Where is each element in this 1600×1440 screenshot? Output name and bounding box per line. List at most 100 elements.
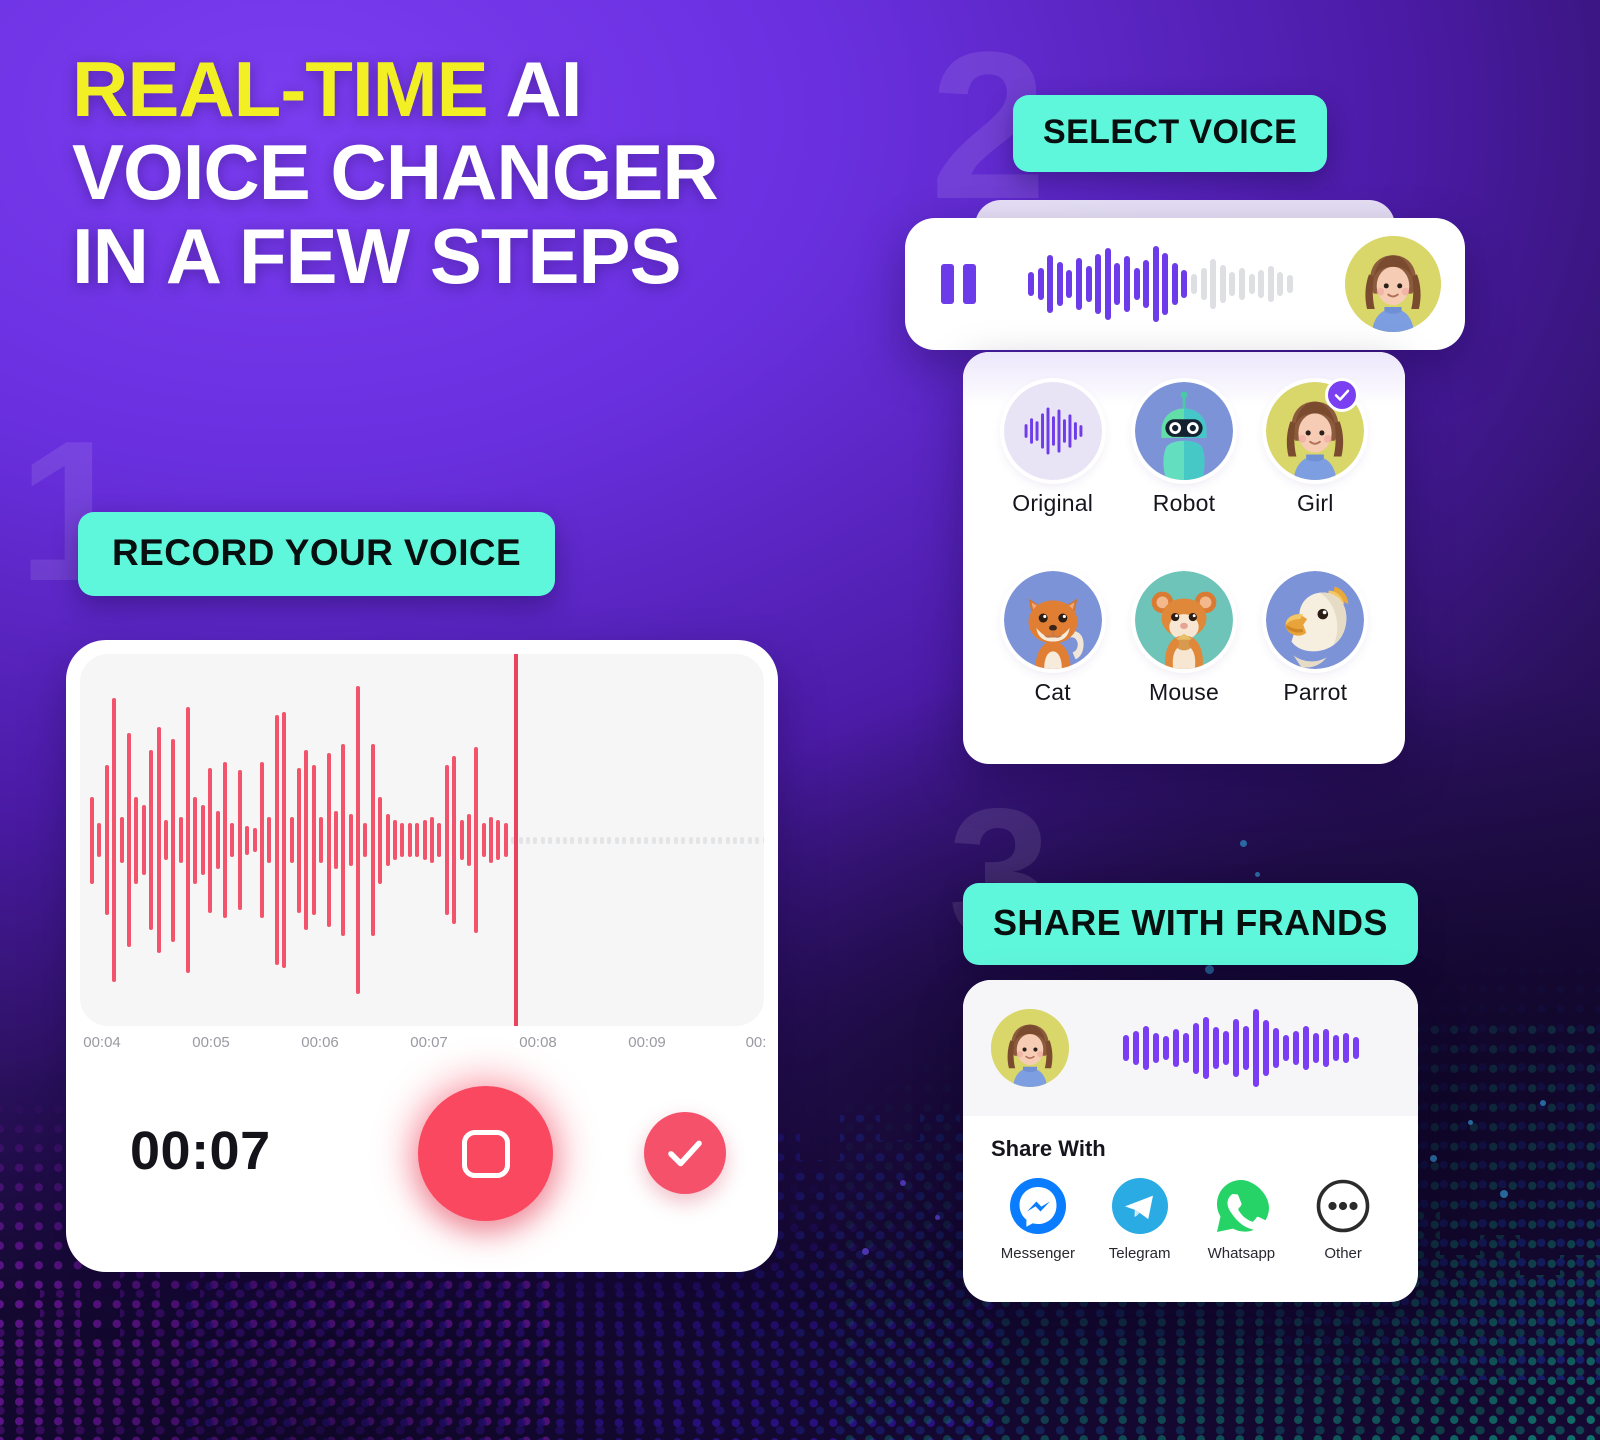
step-label-select-voice: SELECT VOICE	[1013, 95, 1328, 172]
waveform-bar-empty	[518, 836, 523, 844]
player-bar-played	[1027, 272, 1034, 296]
waveform-bar	[348, 813, 353, 867]
voice-option-label: Mouse	[1148, 679, 1220, 705]
headline-line3: IN A FEW STEPS	[72, 211, 682, 300]
waveform-bar	[200, 805, 205, 875]
confirm-recording-button[interactable]	[644, 1112, 726, 1194]
pause-button[interactable]	[941, 264, 976, 304]
share-bar	[1252, 1009, 1259, 1087]
waveform-bar	[104, 764, 109, 916]
waveform-bar	[415, 822, 420, 858]
waveform-bar-empty	[585, 836, 590, 844]
share-bar	[1352, 1036, 1359, 1060]
share-waveform[interactable]	[1091, 1008, 1390, 1088]
waveform-bar-empty	[651, 836, 656, 844]
waveform-bar-empty	[599, 836, 604, 844]
recorder-playhead[interactable]	[513, 654, 518, 1026]
axis-tick-label: 00:08	[519, 1034, 557, 1051]
waveform-bar	[422, 819, 427, 861]
player-bar-played	[1114, 263, 1121, 305]
share-app-messenger[interactable]: Messenger	[987, 1178, 1089, 1262]
waveform-bar	[474, 747, 479, 933]
waveform-bar-empty	[732, 836, 737, 844]
stop-square-icon	[461, 1129, 510, 1178]
waveform-bar-empty	[659, 836, 664, 844]
player-bar-remaining	[1248, 274, 1255, 294]
waveform-bar-empty	[740, 836, 745, 844]
waveform-bar	[97, 822, 102, 858]
axis-tick-label: 00:07	[410, 1034, 448, 1051]
share-bar	[1182, 1032, 1189, 1064]
share-bar	[1302, 1025, 1309, 1071]
player-bar-played	[1162, 252, 1169, 316]
voice-option-original[interactable]: Original	[987, 382, 1118, 557]
share-preview	[963, 980, 1418, 1116]
recorder-waveform-area[interactable]	[80, 654, 764, 1026]
waveform-bar	[481, 822, 486, 858]
waveform-bar	[274, 715, 279, 965]
robot-icon	[1134, 382, 1233, 480]
waveform-bar	[370, 744, 375, 936]
waveform-bar	[141, 805, 146, 875]
waveform-bar	[444, 764, 449, 916]
share-app-label: Other	[1324, 1245, 1362, 1262]
share-bar	[1192, 1022, 1199, 1074]
telegram-icon	[1111, 1178, 1168, 1234]
voice-option-parrot[interactable]: Parrot	[1250, 571, 1381, 746]
axis-tick-label: 00:04	[83, 1034, 121, 1051]
pause-bar-right	[963, 264, 976, 304]
waveform-bar-empty	[614, 836, 619, 844]
voice-player-card	[905, 218, 1465, 350]
player-bar-played	[1056, 262, 1063, 306]
step-label-share-with-frands: SHARE WITH FRANDS	[963, 883, 1418, 965]
voice-option-girl[interactable]: Girl	[1250, 378, 1381, 557]
share-app-telegram[interactable]: Telegram	[1089, 1178, 1191, 1262]
share-bar	[1122, 1034, 1129, 1062]
voice-option-robot[interactable]: Robot	[1118, 382, 1249, 557]
stop-recording-button[interactable]	[418, 1086, 553, 1221]
player-bar-remaining	[1191, 274, 1198, 294]
speckle-dot	[1255, 872, 1260, 877]
waveform-bar	[208, 767, 213, 913]
speckle-dot	[1540, 1100, 1546, 1106]
share-bar	[1282, 1034, 1289, 1062]
player-bar-remaining	[1267, 265, 1274, 303]
share-app-other[interactable]: Other	[1292, 1178, 1394, 1262]
waveform-bar	[503, 822, 508, 858]
waveform-bar-empty	[563, 836, 567, 844]
waveform-bar	[282, 712, 287, 968]
step-label-record-your-voice: RECORD YOUR VOICE	[78, 512, 556, 596]
waveform-bar-empty	[688, 836, 693, 844]
waveform-bar	[267, 816, 272, 864]
waveform-bar	[437, 822, 442, 858]
share-bar	[1212, 1026, 1219, 1070]
voice-option-mouse[interactable]: Mouse	[1118, 571, 1249, 746]
share-app-whatsapp[interactable]: Whatsapp	[1191, 1178, 1293, 1262]
share-bar	[1142, 1025, 1149, 1071]
voice-option-cat[interactable]: Cat	[987, 571, 1118, 746]
waveform-bar	[178, 816, 183, 864]
share-bar	[1172, 1028, 1179, 1068]
waveform-bar-empty	[710, 836, 715, 844]
player-avatar-girl	[1345, 236, 1441, 332]
waveform-bar	[356, 686, 361, 994]
share-bar	[1232, 1019, 1239, 1077]
share-bar	[1202, 1017, 1209, 1079]
recorder-card: 00:04 00:05 00:06 00:07 00:08 00:09 00: 00:07	[66, 640, 778, 1272]
waveform-bar	[237, 770, 242, 910]
waveform-bar	[156, 726, 161, 954]
recorder-waveform	[80, 654, 764, 1026]
share-bar	[1292, 1030, 1299, 1066]
player-waveform[interactable]	[998, 245, 1323, 323]
axis-tick-label: 00:	[745, 1034, 767, 1051]
waveform-bar	[193, 796, 198, 884]
player-bar-played	[1181, 269, 1188, 299]
waveform-bar-empty	[636, 836, 641, 844]
waveform-bar-empty	[747, 836, 752, 844]
player-bar-remaining	[1239, 267, 1246, 301]
player-bar-remaining	[1229, 272, 1236, 296]
share-card: Share With Messenger Telegram Whatsapp O…	[963, 980, 1418, 1302]
waveform-bar-empty	[725, 836, 730, 844]
axis-tick-label: 00:06	[301, 1034, 339, 1051]
player-bar-played	[1085, 265, 1092, 303]
